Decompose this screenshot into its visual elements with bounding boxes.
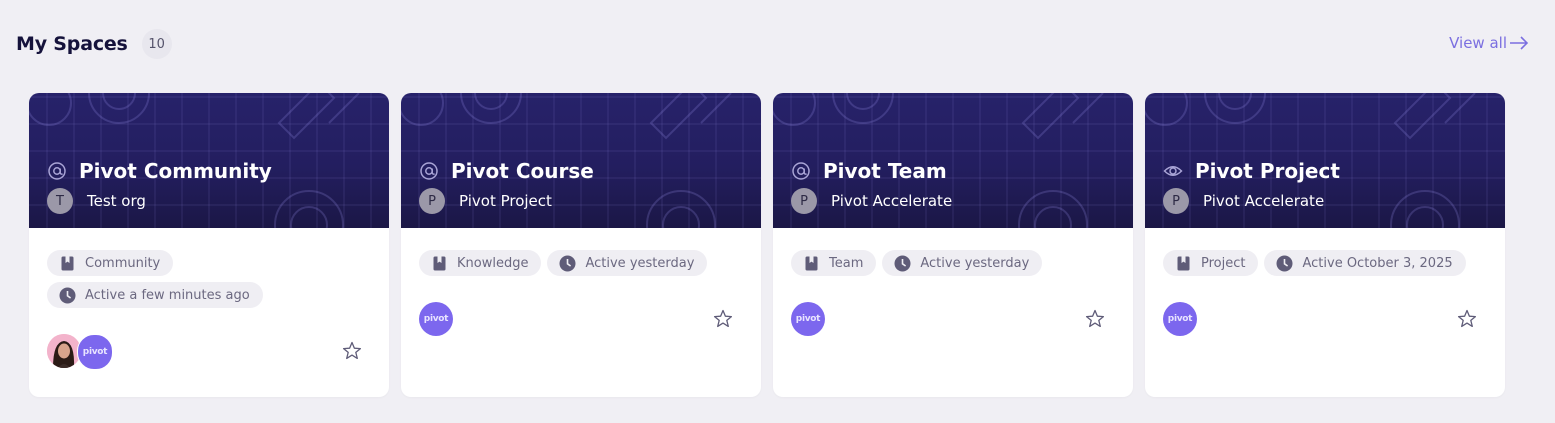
activity-label: Active yesterday — [585, 255, 695, 271]
member-avatar-pivot[interactable]: pivot — [1163, 302, 1197, 336]
view-all-link[interactable]: View all — [1449, 34, 1529, 52]
activity-tag: Active yesterday — [547, 250, 708, 276]
space-type-label: Knowledge — [457, 255, 529, 271]
spaces-card-list: Pivot Community T Test org Community Act… — [29, 93, 1505, 397]
org-name: Pivot Accelerate — [831, 192, 953, 210]
card-title: Pivot Community — [79, 159, 272, 183]
card-tags: Community Active a few minutes ago — [47, 250, 377, 308]
org-avatar: P — [791, 188, 817, 214]
space-type-label: Project — [1201, 255, 1246, 271]
section-title: My Spaces — [16, 33, 128, 55]
card-title: Pivot Course — [451, 159, 594, 183]
clock-icon — [59, 287, 76, 304]
space-type-tag: Community — [47, 250, 174, 276]
card-org-row: P Pivot Accelerate — [791, 188, 952, 214]
card-org-row: T Test org — [47, 188, 146, 214]
activity-label: Active October 3, 2025 — [1302, 255, 1453, 271]
activity-label: Active a few minutes ago — [85, 287, 250, 303]
member-avatar-pivot[interactable]: pivot — [791, 302, 825, 336]
card-title-row: Pivot Team — [791, 159, 947, 183]
org-avatar: T — [47, 188, 73, 214]
member-avatars: pivot — [791, 302, 825, 336]
book-icon — [1175, 255, 1192, 272]
book-icon — [431, 255, 448, 272]
member-avatar-pivot[interactable]: pivot — [419, 302, 453, 336]
member-avatars: pivot — [47, 334, 113, 370]
spaces-header: My Spaces 10 View all — [16, 28, 1529, 60]
at-icon — [419, 161, 439, 181]
card-banner: Pivot Community T Test org — [29, 93, 389, 228]
org-avatar: P — [1163, 188, 1189, 214]
org-avatar: P — [419, 188, 445, 214]
card-title-row: Pivot Project — [1163, 159, 1340, 183]
card-title: Pivot Team — [823, 159, 947, 183]
space-type-tag: Project — [1163, 250, 1259, 276]
card-title: Pivot Project — [1195, 159, 1340, 183]
spaces-count-badge: 10 — [141, 29, 172, 59]
eye-icon — [1163, 161, 1183, 181]
space-type-tag: Knowledge — [419, 250, 542, 276]
member-avatars: pivot — [1163, 302, 1197, 336]
org-name: Pivot Project — [459, 192, 552, 210]
space-type-label: Community — [85, 255, 161, 271]
card-org-row: P Pivot Accelerate — [1163, 188, 1324, 214]
card-title-row: Pivot Community — [47, 159, 272, 183]
favorite-star-icon[interactable] — [712, 308, 734, 330]
card-banner: Pivot Team P Pivot Accelerate — [773, 93, 1133, 228]
member-avatar-photo[interactable] — [47, 334, 81, 368]
favorite-star-icon[interactable] — [341, 340, 363, 362]
book-icon — [59, 255, 76, 272]
card-org-row: P Pivot Project — [419, 188, 552, 214]
card-tags: Project Active October 3, 2025 — [1163, 250, 1493, 276]
space-card-pivot-team[interactable]: Pivot Team P Pivot Accelerate Team Activ… — [773, 93, 1133, 397]
space-type-label: Team — [829, 255, 864, 271]
activity-tag: Active October 3, 2025 — [1264, 250, 1466, 276]
member-avatar-pivot[interactable]: pivot — [77, 334, 113, 370]
card-title-row: Pivot Course — [419, 159, 594, 183]
space-card-pivot-course[interactable]: Pivot Course P Pivot Project Knowledge A… — [401, 93, 761, 397]
org-name: Pivot Accelerate — [1203, 192, 1325, 210]
space-card-pivot-project[interactable]: Pivot Project P Pivot Accelerate Project… — [1145, 93, 1505, 397]
card-banner: Pivot Course P Pivot Project — [401, 93, 761, 228]
view-all-label: View all — [1449, 34, 1507, 52]
org-name: Test org — [87, 192, 146, 210]
activity-tag: Active a few minutes ago — [47, 282, 263, 308]
clock-icon — [1276, 255, 1293, 272]
activity-tag: Active yesterday — [882, 250, 1043, 276]
at-icon — [47, 161, 67, 181]
clock-icon — [894, 255, 911, 272]
member-avatars: pivot — [419, 302, 453, 336]
space-card-pivot-community[interactable]: Pivot Community T Test org Community Act… — [29, 93, 389, 397]
space-type-tag: Team — [791, 250, 877, 276]
activity-label: Active yesterday — [920, 255, 1030, 271]
arrow-right-icon — [1510, 36, 1529, 50]
card-banner: Pivot Project P Pivot Accelerate — [1145, 93, 1505, 228]
clock-icon — [559, 255, 576, 272]
card-tags: Knowledge Active yesterday — [419, 250, 749, 276]
favorite-star-icon[interactable] — [1084, 308, 1106, 330]
book-icon — [803, 255, 820, 272]
card-tags: Team Active yesterday — [791, 250, 1121, 276]
favorite-star-icon[interactable] — [1456, 308, 1478, 330]
at-icon — [791, 161, 811, 181]
